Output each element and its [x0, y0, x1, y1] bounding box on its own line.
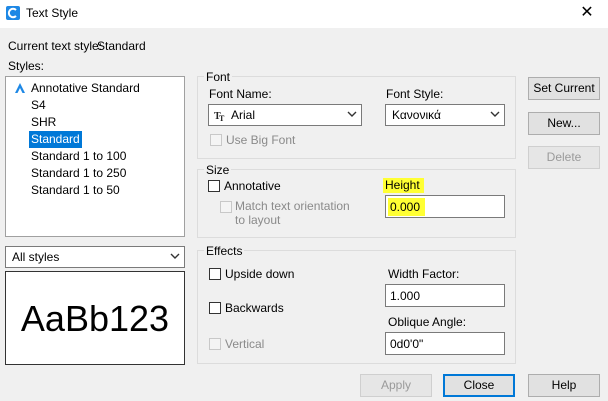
styles-filter-value: All styles	[12, 250, 60, 264]
size-group-label: Size	[204, 163, 232, 177]
font-style-label: Font Style:	[386, 87, 444, 101]
upside-down-label: Upside down	[225, 267, 295, 281]
truetype-icon: T T	[214, 111, 225, 121]
effects-group-label: Effects	[204, 244, 245, 258]
use-big-font-label: Use Big Font	[226, 133, 296, 147]
annotative-label: Annotative	[224, 179, 281, 193]
width-factor-value: 1.000	[390, 289, 421, 303]
window-title: Text Style	[26, 6, 79, 20]
height-value: 0.000	[388, 198, 426, 216]
close-window-button[interactable]: ✕	[574, 2, 600, 24]
style-item-s4[interactable]: S4	[29, 97, 48, 114]
preview-text: AaBb123	[20, 298, 170, 339]
current-style-value: Standard	[97, 39, 146, 53]
style-item-standard[interactable]: Standard	[29, 131, 82, 148]
upside-down-checkbox[interactable]	[209, 268, 221, 280]
oblique-angle-input[interactable]: 0d0'0"	[385, 332, 505, 355]
chevron-down-icon	[347, 111, 357, 117]
font-style-dropdown[interactable]: Κανονικά	[385, 104, 505, 126]
style-item-standard-1-to-250[interactable]: Standard 1 to 250	[29, 165, 128, 182]
apply-button[interactable]: Apply	[360, 374, 432, 397]
use-big-font-checkbox[interactable]	[210, 134, 222, 146]
oblique-angle-label: Oblique Angle:	[388, 315, 467, 329]
svg-text:T: T	[219, 114, 225, 121]
style-item-standard-1-to-50[interactable]: Standard 1 to 50	[29, 182, 122, 199]
height-label: Height	[383, 178, 424, 193]
title-bar	[0, 0, 608, 28]
new-button[interactable]: New...	[528, 112, 600, 135]
font-name-label: Font Name:	[209, 87, 272, 101]
help-button[interactable]: Help	[528, 374, 600, 397]
styles-label: Styles:	[8, 59, 45, 73]
annotative-checkbox[interactable]	[208, 180, 220, 192]
height-input[interactable]: 0.000	[385, 195, 505, 218]
preview-box: AaBb123	[5, 271, 185, 365]
chevron-down-icon	[170, 253, 180, 259]
styles-listbox[interactable]: Annotative Standard S4 SHR Standard Stan…	[5, 76, 185, 237]
font-group-label: Font	[204, 70, 233, 84]
vertical-label: Vertical	[225, 337, 265, 351]
match-orientation-label-line1: Match text orientation	[235, 199, 350, 213]
oblique-angle-value: 0d0'0"	[390, 337, 424, 351]
backwards-label: Backwards	[225, 301, 284, 315]
annotative-icon	[15, 83, 25, 93]
match-orientation-label-line2: to layout	[235, 213, 281, 227]
font-name-dropdown[interactable]: T T Arial	[208, 104, 362, 126]
vertical-checkbox[interactable]	[209, 338, 221, 350]
close-button[interactable]: Close	[443, 374, 515, 397]
style-item-annotative-standard[interactable]: Annotative Standard	[29, 80, 142, 97]
styles-filter-dropdown[interactable]: All styles	[5, 246, 185, 268]
match-orientation-checkbox[interactable]	[220, 201, 232, 213]
delete-button[interactable]: Delete	[528, 146, 600, 169]
width-factor-input[interactable]: 1.000	[385, 284, 505, 307]
style-item-shr[interactable]: SHR	[29, 114, 58, 131]
app-icon	[6, 6, 20, 20]
style-item-standard-1-to-100[interactable]: Standard 1 to 100	[29, 148, 128, 165]
current-style-label: Current text style:	[8, 39, 103, 53]
chevron-down-icon	[490, 111, 500, 117]
font-style-value: Κανονικά	[392, 108, 441, 122]
width-factor-label: Width Factor:	[388, 267, 460, 281]
font-name-value: Arial	[231, 108, 256, 122]
set-current-button[interactable]: Set Current	[528, 77, 600, 100]
backwards-checkbox[interactable]	[209, 302, 221, 314]
